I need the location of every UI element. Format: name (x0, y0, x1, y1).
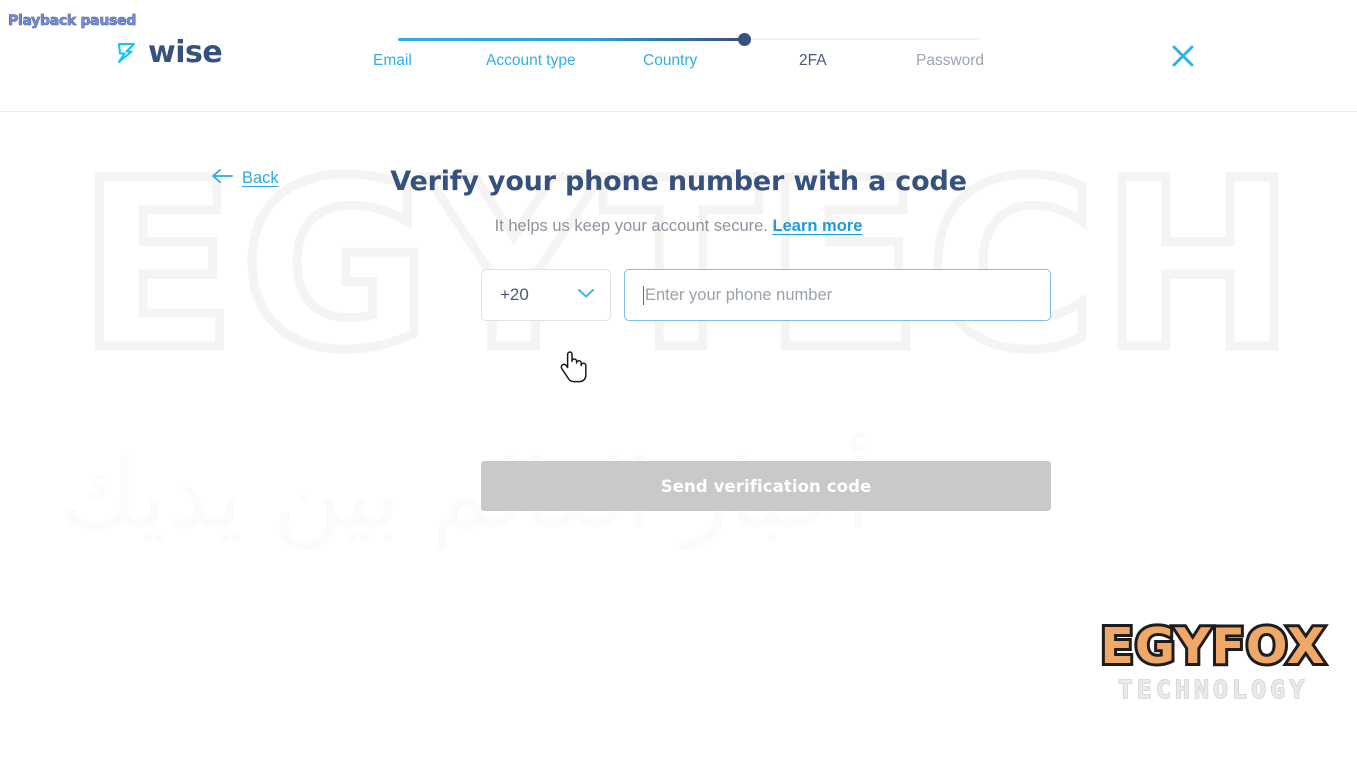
egyfox-logo-sub: TECHNOLOGY (1117, 675, 1309, 704)
wise-logo-text: wise (148, 35, 223, 70)
close-button[interactable] (1163, 38, 1203, 78)
page-title: Verify your phone number with a code (390, 166, 967, 197)
app-root: EGYTECH أخبار العالم بين يديك wise Email… (0, 0, 1357, 766)
progress-step-labels: Email Account type Country 2FA Password (340, 52, 1040, 76)
page-header: wise Email Account type Country 2FA Pass… (0, 0, 1357, 112)
country-code-select[interactable]: +20 (481, 269, 611, 321)
playback-status-badge: Playback paused (8, 13, 137, 30)
page-subtitle-text: It helps us keep your account secure. (494, 217, 768, 235)
send-verification-code-button[interactable]: Send verification code (481, 461, 1051, 511)
step-label-password[interactable]: Password (916, 52, 984, 70)
step-label-account-type[interactable]: Account type (486, 52, 576, 70)
chevron-down-icon (577, 286, 595, 304)
country-code-value: +20 (500, 285, 529, 304)
learn-more-link[interactable]: Learn more (773, 217, 863, 235)
wise-flag-icon (115, 40, 141, 66)
progress-fill (398, 38, 745, 41)
step-label-country[interactable]: Country (643, 52, 697, 70)
phone-number-input[interactable]: Enter your phone number (624, 269, 1051, 321)
page-subtitle: It helps us keep your account secure. Le… (0, 217, 1357, 236)
wise-logo[interactable]: wise (115, 35, 223, 70)
step-label-2fa[interactable]: 2FA (799, 52, 827, 70)
egyfox-logo-main: EGYFOX (1097, 618, 1327, 675)
text-caret (643, 285, 644, 305)
close-icon (1169, 42, 1197, 75)
phone-entry-row: +20 Enter your phone number (481, 269, 1051, 321)
signup-progress-bar (398, 30, 980, 50)
egyfox-logo: EGYFOX TECHNOLOGY (1088, 618, 1338, 704)
phone-number-placeholder: Enter your phone number (645, 285, 833, 304)
step-label-email[interactable]: Email (373, 52, 412, 70)
progress-current-dot (738, 33, 751, 46)
